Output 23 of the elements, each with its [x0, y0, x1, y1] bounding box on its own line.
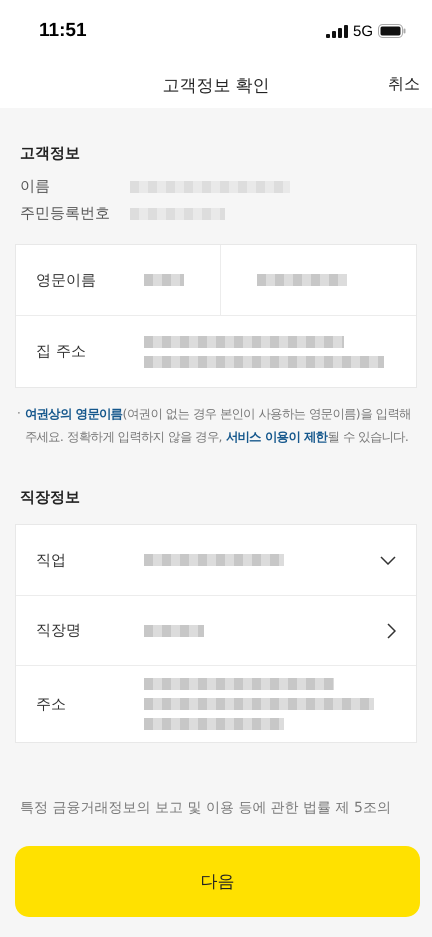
network-label: 5G: [352, 22, 373, 40]
field-label: 직장명: [36, 621, 82, 640]
legal-text: 특정 금융거래정보의 보고 및 이용 등에 관한 법률 제 5조의: [20, 799, 392, 817]
battery-icon: [378, 24, 406, 38]
section-title: 직장정보: [20, 488, 81, 507]
field-label: 이름: [20, 177, 51, 196]
blurred-value: [144, 274, 184, 286]
status-time: 11:51: [39, 20, 87, 42]
page-title: 고객정보 확인: [162, 74, 270, 96]
chevron-right-icon[interactable]: [387, 622, 396, 638]
signal-icon: [326, 24, 348, 38]
chevron-down-icon[interactable]: [380, 556, 396, 564]
notice-text: 여권상의 영문이름(여권이 없는 경우 본인이 사용하는 영문이름)을 입력해주세요. 정확하게 입력하지 않을 경우, 서비스 이용이 제한될 수 있습니다.: [24, 405, 412, 446]
field-label: 주소: [36, 694, 67, 714]
field-label: 영문이름: [36, 270, 97, 290]
next-button[interactable]: 다음: [15, 846, 420, 917]
cancel-button[interactable]: 취소: [388, 72, 420, 97]
blurred-value: [144, 624, 204, 636]
field-label: 집 주소: [36, 342, 87, 361]
field-label: 주민등록번호: [20, 204, 111, 223]
bullet-mark: ·: [17, 405, 21, 422]
section-title: 고객정보: [20, 144, 81, 163]
field-label: 직업: [36, 550, 67, 570]
